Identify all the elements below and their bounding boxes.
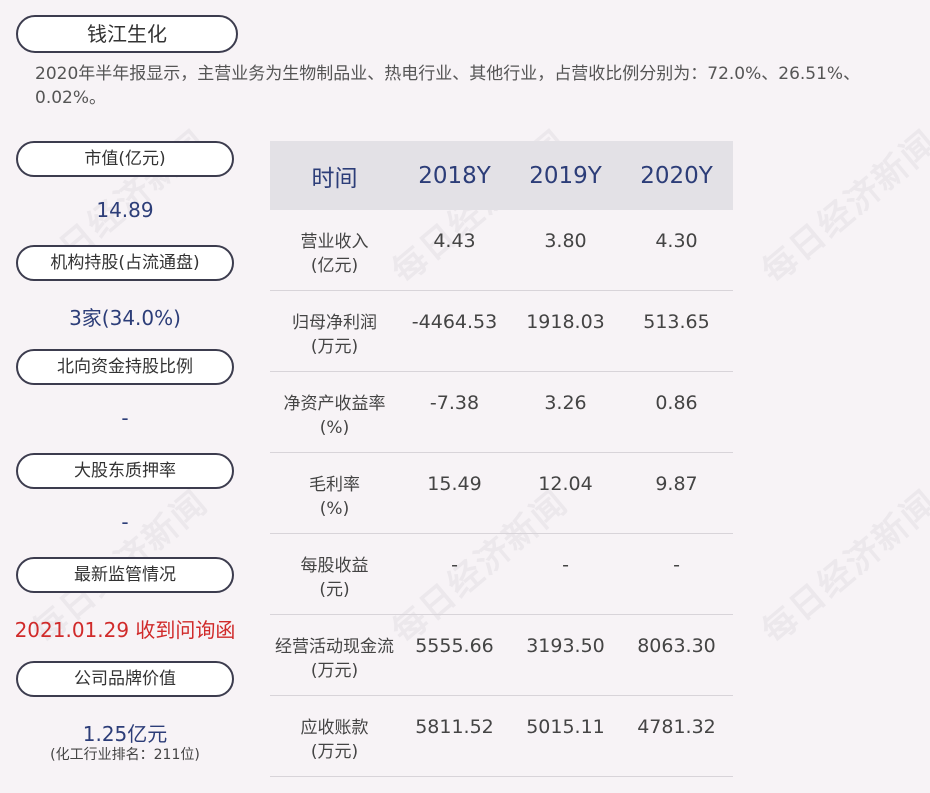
cell-2018: 4.43 (433, 230, 476, 252)
row-label: 应收账款 (万元) (300, 718, 369, 762)
pledge-rate-label: 大股东质押率 (16, 453, 234, 489)
pledge-rate-value: - (121, 510, 129, 534)
cell-2018: -7.38 (429, 392, 480, 414)
cell-2019: 12.04 (538, 473, 593, 495)
brand-value: 1.25亿元 (82, 722, 168, 746)
cell-2020: 513.65 (643, 311, 710, 333)
business-summary: 2020年半年报显示，主营业务为生物制品业、热电行业、其他行业，占营收比例分别为… (35, 64, 861, 108)
cell-2018: 5555.66 (415, 635, 494, 657)
header-time: 时间 (311, 165, 358, 192)
regulation-label: 最新监管情况 (16, 557, 234, 593)
table-row: 应收账款 (万元) 5811.52 5015.11 4781.32 (270, 696, 733, 777)
cell-2019: 1918.03 (526, 311, 605, 333)
row-label: 经营活动现金流 (万元) (275, 637, 394, 681)
watermark: 每日经济新闻 (754, 122, 930, 292)
cell-2019: - (562, 554, 569, 576)
cell-2020: - (673, 554, 680, 576)
regulation-value: 2021.01.29 收到问询函 (14, 618, 236, 642)
header-2020: 2020Y (640, 162, 713, 189)
table-header: 时间 2018Y 2019Y 2020Y (270, 141, 733, 210)
cell-2019: 3.80 (544, 230, 587, 252)
table-row: 经营活动现金流 (万元) 5555.66 3193.50 8063.30 (270, 615, 733, 696)
cell-2018: - (451, 554, 458, 576)
cell-2019: 3193.50 (526, 635, 605, 657)
market-cap-value: 14.89 (96, 198, 154, 222)
cell-2019: 3.26 (544, 392, 587, 414)
row-label: 每股收益 (元) (300, 556, 369, 600)
table-row: 毛利率 (%) 15.49 12.04 9.87 (270, 453, 733, 534)
brand-value-label: 公司品牌价值 (16, 661, 234, 697)
row-label: 营业收入 (亿元) (300, 232, 369, 276)
cell-2018: -4464.53 (411, 311, 498, 333)
cell-2020: 9.87 (655, 473, 698, 495)
cell-2018: 5811.52 (415, 716, 494, 738)
company-name: 钱江生化 (16, 15, 238, 53)
cell-2020: 4.30 (655, 230, 698, 252)
financial-table: 时间 2018Y 2019Y 2020Y 营业收入 (亿元) 4.43 3.80 … (270, 141, 733, 777)
institution-holding-label: 机构持股(占流通盘) (16, 245, 234, 281)
header-2019: 2019Y (529, 162, 602, 189)
table-row: 归母净利润 (万元) -4464.53 1918.03 513.65 (270, 291, 733, 372)
cell-2020: 0.86 (655, 392, 698, 414)
table-row: 净资产收益率 (%) -7.38 3.26 0.86 (270, 372, 733, 453)
table-row: 每股收益 (元) - - - (270, 534, 733, 615)
brand-rank-note: (化工行业排名：211位) (50, 747, 200, 763)
cell-2019: 5015.11 (526, 716, 605, 738)
row-label: 净资产收益率 (%) (283, 394, 386, 438)
table-row: 营业收入 (亿元) 4.43 3.80 4.30 (270, 210, 733, 291)
row-label: 毛利率 (%) (309, 475, 360, 519)
row-label: 归母净利润 (万元) (292, 313, 377, 357)
institution-holding-value: 3家(34.0%) (69, 306, 181, 330)
watermark: 每日经济新闻 (754, 482, 930, 652)
northbound-holding-value: - (121, 406, 129, 430)
header-2018: 2018Y (418, 162, 491, 189)
cell-2020: 8063.30 (637, 635, 716, 657)
market-cap-label: 市值(亿元) (16, 141, 234, 177)
northbound-holding-label: 北向资金持股比例 (16, 349, 234, 385)
cell-2018: 15.49 (427, 473, 482, 495)
cell-2020: 4781.32 (637, 716, 716, 738)
